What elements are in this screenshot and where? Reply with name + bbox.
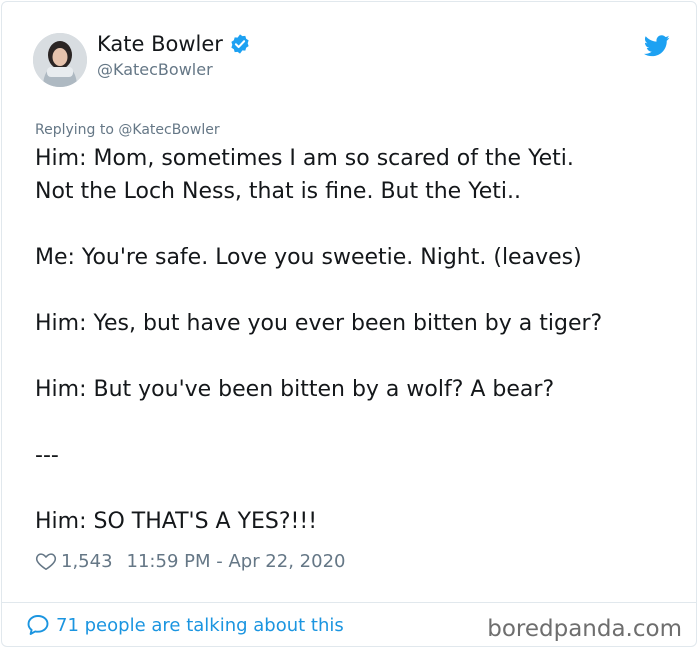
twitter-bird-icon[interactable]	[644, 35, 670, 57]
watermark: boredpanda.com	[487, 616, 682, 642]
timestamp[interactable]: 11:59 PM - Apr 22, 2020	[127, 551, 346, 572]
author-handle[interactable]: @KatecBowler	[97, 60, 213, 79]
tweet-line: ---	[35, 443, 59, 468]
heart-icon[interactable]	[35, 550, 57, 572]
tweet-line: Him: Yes, but have you ever been bitten …	[35, 311, 603, 336]
tweet-meta: 1,543 11:59 PM - Apr 22, 2020	[35, 550, 345, 572]
tweet-card: Kate Bowler @KatecBowler Replying to @Ka…	[1, 1, 697, 647]
verified-badge-icon	[231, 34, 249, 54]
tweet-line: Me: You're safe. Love you sweetie. Night…	[35, 245, 582, 270]
tweet-line: Him: SO THAT'S A YES?!!!	[35, 509, 318, 534]
tweet-line	[35, 340, 685, 373]
tweet-line: Him: But you've been bitten by a wolf? A…	[35, 377, 555, 402]
replying-to: Replying to @KatecBowler	[35, 122, 220, 138]
conversation-count-text[interactable]: 71 people are talking about this	[56, 615, 344, 636]
divider	[2, 602, 696, 603]
like-count[interactable]: 1,543	[61, 551, 113, 572]
tweet-line	[35, 406, 685, 439]
tweet-line: Him: Mom, sometimes I am so scared of th…	[35, 146, 574, 171]
speech-bubble-icon	[27, 615, 49, 635]
tweet-line	[35, 472, 685, 505]
tweet-text: Him: Mom, sometimes I am so scared of th…	[35, 142, 685, 538]
replying-to-handle[interactable]: @KatecBowler	[118, 122, 219, 138]
author-row[interactable]: Kate Bowler	[97, 32, 251, 56]
tweet-line	[35, 208, 685, 241]
conversation-link[interactable]: 71 people are talking about this	[26, 613, 344, 637]
tweet-line: Not the Loch Ness, that is fine. But the…	[35, 179, 521, 204]
author-name[interactable]: Kate Bowler	[97, 32, 223, 56]
avatar[interactable]	[33, 33, 87, 87]
tweet-line	[35, 274, 685, 307]
replying-to-prefix: Replying to	[35, 122, 114, 138]
